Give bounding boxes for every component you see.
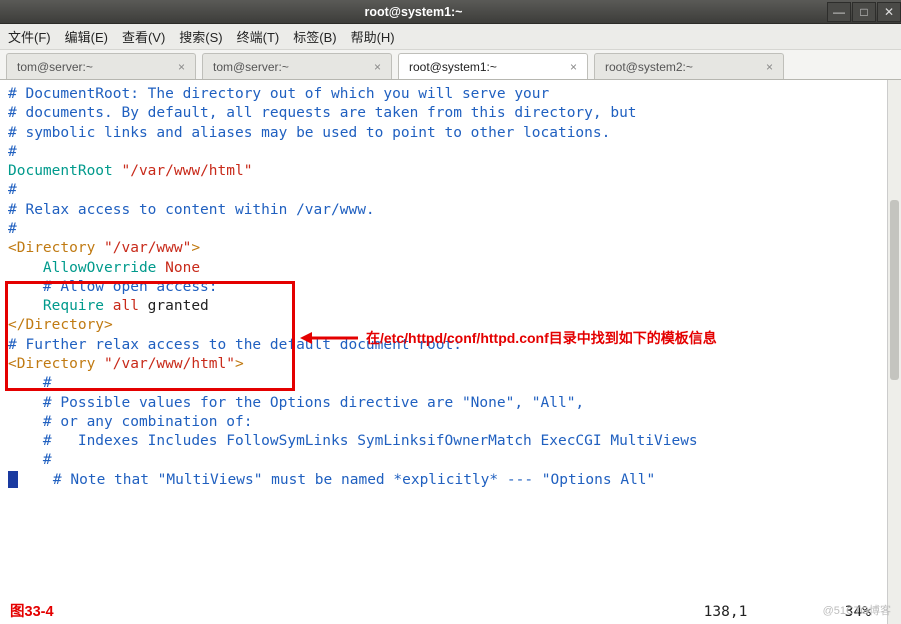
arrow-left-icon	[300, 329, 360, 347]
config-line: AllowOverride None	[8, 259, 893, 278]
config-line: #	[8, 451, 893, 470]
menu-bar: 文件(F) 编辑(E) 查看(V) 搜索(S) 终端(T) 标签(B) 帮助(H…	[0, 24, 901, 50]
config-line: <Directory "/var/www/html">	[8, 355, 893, 374]
window-titlebar: root@system1:~ — □ ✕	[0, 0, 901, 24]
menu-tabs[interactable]: 标签(B)	[293, 27, 336, 46]
config-line: # documents. By default, all requests ar…	[8, 104, 893, 123]
config-line: # Possible values for the Options direct…	[8, 394, 893, 413]
config-line: DocumentRoot "/var/www/html"	[8, 162, 893, 181]
menu-search[interactable]: 搜索(S)	[179, 27, 222, 46]
scrollbar-thumb[interactable]	[890, 200, 899, 380]
config-line: #	[8, 143, 893, 162]
terminal-viewport[interactable]: # DocumentRoot: The directory out of whi…	[0, 80, 901, 624]
window-title: root@system1:~	[0, 5, 827, 19]
tab-tom-server-2[interactable]: tom@server:~ ×	[202, 53, 392, 79]
menu-help[interactable]: 帮助(H)	[351, 27, 395, 46]
tab-label: tom@server:~	[213, 60, 289, 74]
annotation-arrow: 在/etc/httpd/conf/httpd.conf目录中找到如下的模板信息	[300, 329, 717, 348]
tab-root-system2[interactable]: root@system2:~ ×	[594, 53, 784, 79]
config-line: # or any combination of:	[8, 413, 893, 432]
config-line: # Allow open access:	[8, 278, 893, 297]
config-line: # Indexes Includes FollowSymLinks SymLin…	[8, 432, 893, 451]
config-line: # Note that "MultiViews" must be named *…	[8, 471, 893, 490]
menu-edit[interactable]: 编辑(E)	[65, 27, 108, 46]
annotation-text: 在/etc/httpd/conf/httpd.conf目录中找到如下的模板信息	[366, 329, 717, 348]
maximize-button[interactable]: □	[852, 2, 876, 22]
config-line: # symbolic links and aliases may be used…	[8, 124, 893, 143]
menu-terminal[interactable]: 终端(T)	[237, 27, 280, 46]
menu-file[interactable]: 文件(F)	[8, 27, 51, 46]
close-icon[interactable]: ×	[170, 60, 185, 74]
window-buttons: — □ ✕	[827, 2, 901, 22]
scrollbar[interactable]	[887, 80, 901, 624]
close-button[interactable]: ✕	[877, 2, 901, 22]
tab-bar: tom@server:~ × tom@server:~ × root@syste…	[0, 50, 901, 80]
tab-label: tom@server:~	[17, 60, 93, 74]
figure-caption: 图33-4	[10, 603, 54, 622]
close-icon[interactable]: ×	[562, 60, 577, 74]
tab-label: root@system2:~	[605, 60, 693, 74]
tab-root-system1[interactable]: root@system1:~ ×	[398, 53, 588, 79]
config-line: #	[8, 374, 893, 393]
tab-label: root@system1:~	[409, 60, 497, 74]
config-line: <Directory "/var/www">	[8, 239, 893, 258]
config-line: #	[8, 181, 893, 200]
close-icon[interactable]: ×	[366, 60, 381, 74]
config-line: Require all granted	[8, 297, 893, 316]
minimize-button[interactable]: —	[827, 2, 851, 22]
menu-view[interactable]: 查看(V)	[122, 27, 165, 46]
config-line: # Relax access to content within /var/ww…	[8, 201, 893, 220]
close-icon[interactable]: ×	[758, 60, 773, 74]
config-line: # DocumentRoot: The directory out of whi…	[8, 85, 893, 104]
tab-tom-server-1[interactable]: tom@server:~ ×	[6, 53, 196, 79]
watermark: @51CTO博客	[823, 602, 891, 618]
cursor-position: 138,1	[704, 604, 748, 620]
config-line: #	[8, 220, 893, 239]
